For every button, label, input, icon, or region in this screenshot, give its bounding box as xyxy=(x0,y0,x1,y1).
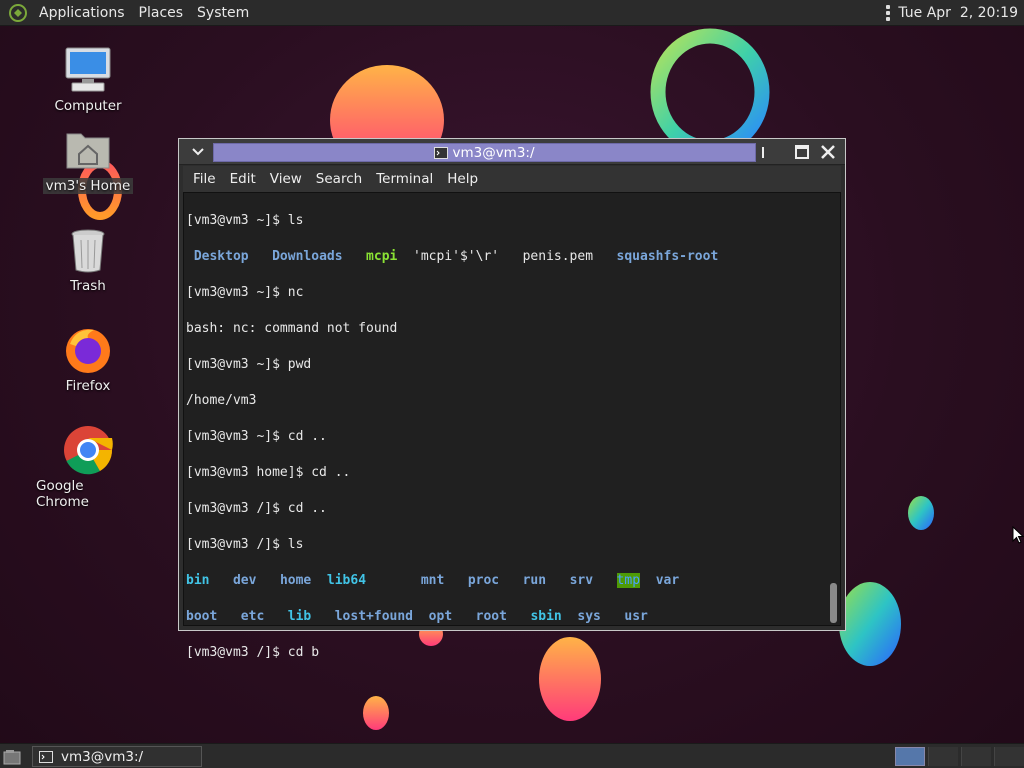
ls-entry: sbin xyxy=(530,609,562,624)
bottom-panel: vm3@vm3:/ xyxy=(0,743,1024,768)
terminal-icon xyxy=(39,750,53,763)
desktop-icon-trash[interactable]: Trash xyxy=(33,224,143,294)
firefox-icon xyxy=(66,329,110,373)
trash-icon xyxy=(71,229,105,273)
ls-entry: home xyxy=(279,573,312,588)
home-folder-icon xyxy=(66,133,110,169)
ls-entry: proc xyxy=(467,573,500,588)
menu-terminal[interactable]: Terminal xyxy=(369,171,440,187)
applications-menu[interactable]: Applications xyxy=(32,5,132,21)
ls-entry: penis.pem xyxy=(522,249,594,264)
computer-icon xyxy=(65,47,111,92)
desktop-icon-computer[interactable]: Computer xyxy=(33,44,143,114)
ls-entry: lib xyxy=(287,609,312,624)
window-title-text: vm3@vm3:/ xyxy=(452,144,535,161)
menu-file[interactable]: File xyxy=(183,171,223,187)
close-icon xyxy=(821,145,835,159)
ls-entry: mnt xyxy=(420,573,445,588)
chrome-icon xyxy=(64,426,113,475)
mouse-pointer-icon xyxy=(1012,526,1024,544)
desktop-icon-label: Trash xyxy=(70,278,106,294)
ls-entry: Desktop xyxy=(193,249,249,264)
terminal-line: [vm3@vm3 /]$ ls xyxy=(186,537,304,552)
minimize-button[interactable] xyxy=(756,142,778,162)
workspace-3[interactable] xyxy=(961,747,991,766)
ls-entry: tmp xyxy=(616,573,641,588)
terminal-icon xyxy=(434,146,449,159)
show-desktop-icon xyxy=(3,749,21,764)
window-title[interactable]: vm3@vm3:/ xyxy=(213,143,756,162)
terminal-line: [vm3@vm3 home]$ cd .. xyxy=(186,465,351,480)
terminal-line: [vm3@vm3 ~]$ pwd xyxy=(186,357,312,372)
show-desktop-button[interactable] xyxy=(2,747,22,766)
ls-entry: mcpi xyxy=(366,249,398,264)
workspace-2[interactable] xyxy=(928,747,958,766)
terminal-line: [vm3@vm3 ~]$ cd .. xyxy=(186,429,327,444)
panel-menu-icon[interactable] xyxy=(886,5,891,21)
ls-entry: dev xyxy=(232,573,257,588)
ls-entry: srv xyxy=(569,573,594,588)
ls-entry: bin xyxy=(186,573,210,588)
menu-edit[interactable]: Edit xyxy=(223,171,263,187)
ls-entry: sys xyxy=(577,609,601,624)
maximize-icon xyxy=(795,145,809,159)
desktop-icon-label: Firefox xyxy=(65,378,111,394)
window-titlebar[interactable]: vm3@vm3:/ xyxy=(179,139,845,165)
terminal-line: [vm3@vm3 ~]$ ls xyxy=(186,213,304,228)
desktop-icon-label: Google Chrome xyxy=(36,478,89,510)
ls-entry: Downloads xyxy=(272,249,343,264)
ls-entry: root xyxy=(475,609,507,624)
ls-entry: run xyxy=(522,573,547,588)
terminal-line: [vm3@vm3 /]$ cd b xyxy=(186,645,320,660)
terminal-line: [vm3@vm3 /]$ cd .. xyxy=(186,501,327,516)
desktop-icon-home[interactable]: vm3's Home xyxy=(33,124,143,194)
taskbar-button-label: vm3@vm3:/ xyxy=(61,748,144,765)
maximize-button[interactable] xyxy=(791,142,813,162)
places-menu[interactable]: Places xyxy=(132,5,191,21)
ls-entry: boot xyxy=(186,609,218,624)
ls-entry: 'mcpi'$'\r' xyxy=(413,249,500,264)
desktop-icon-label: Computer xyxy=(54,98,122,114)
terminal-line: boot etc lib lost+found opt root sbin sy… xyxy=(186,608,840,626)
terminal-menubar: File Edit View Search Terminal Help xyxy=(183,166,841,192)
workspace-1[interactable] xyxy=(895,747,925,766)
desktop-icon-firefox[interactable]: Firefox xyxy=(33,324,143,394)
menu-help[interactable]: Help xyxy=(440,171,485,187)
terminal-output[interactable]: [vm3@vm3 ~]$ ls Desktop Downloads mcpi '… xyxy=(183,192,841,660)
window-menu-button[interactable] xyxy=(183,142,213,162)
system-menu[interactable]: System xyxy=(190,5,256,21)
terminal-line: [vm3@vm3 ~]$ nc xyxy=(186,285,304,300)
terminal-line: /home/vm3 xyxy=(186,393,257,408)
workspace-4[interactable] xyxy=(994,747,1024,766)
terminal-scrollbar[interactable] xyxy=(830,583,837,623)
minimize-icon xyxy=(762,147,764,158)
terminal-window[interactable]: vm3@vm3:/ File Edit View Search Terminal… xyxy=(178,138,846,660)
ls-entry: var xyxy=(655,573,680,588)
menu-view[interactable]: View xyxy=(263,171,309,187)
ls-entry: squashfs-root xyxy=(616,249,719,264)
terminal-line: bash: nc: command not found xyxy=(186,321,398,336)
ls-entry: usr xyxy=(624,609,648,624)
top-panel: Applications Places System Tue Apr 2, 20… xyxy=(0,0,1024,26)
ls-entry: lost+found xyxy=(334,609,414,624)
terminal-line: bin dev home lib64 mnt proc run srv tmp … xyxy=(186,572,840,590)
chevron-down-icon xyxy=(192,148,204,156)
ls-entry: lib64 xyxy=(326,573,367,588)
taskbar-terminal-button[interactable]: vm3@vm3:/ xyxy=(32,746,202,767)
ls-entry: etc xyxy=(240,609,265,624)
terminal-line: Desktop Downloads mcpi 'mcpi'$'\r' penis… xyxy=(186,248,840,266)
desktop-icon-chrome[interactable]: Google Chrome xyxy=(33,424,143,510)
applications-logo-icon[interactable] xyxy=(8,3,28,23)
desktop-icon-label: vm3's Home xyxy=(42,178,134,194)
menu-search[interactable]: Search xyxy=(309,171,369,187)
clock[interactable]: Tue Apr 2, 20:19 xyxy=(898,5,1024,21)
ls-entry: opt xyxy=(428,609,453,624)
close-button[interactable] xyxy=(817,142,839,162)
